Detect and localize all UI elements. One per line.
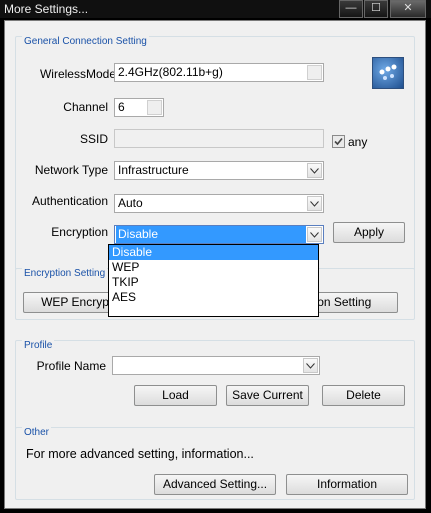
checkmark-icon xyxy=(334,137,343,146)
profile-group: Profile Profile Name Load Save Current D… xyxy=(15,340,415,430)
chevron-down-icon xyxy=(310,201,319,207)
encryption-label: Encryption xyxy=(51,225,108,239)
any-checkbox[interactable] xyxy=(332,135,345,148)
encryption-value: Disable xyxy=(116,226,306,243)
dropdown-button[interactable] xyxy=(307,227,322,242)
channel-label: Channel xyxy=(63,100,108,114)
save-current-button[interactable]: Save Current xyxy=(226,385,309,406)
encryption-dropdown-list: Disable WEP TKIP AES xyxy=(108,244,319,317)
group-title-general: General Connection Setting xyxy=(22,36,149,47)
close-button[interactable]: ✕ xyxy=(390,0,426,18)
channel-value: 6 xyxy=(118,100,125,114)
ssid-label: SSID xyxy=(79,132,108,146)
encryption-option-aes[interactable]: AES xyxy=(109,290,318,305)
encryption-option-disable[interactable]: Disable xyxy=(109,245,318,260)
dialog-body: General Connection Setting WirelessMode … xyxy=(4,20,426,509)
dropdown-button[interactable] xyxy=(307,65,322,80)
authentication-value: Auto xyxy=(118,196,143,210)
channel-select[interactable]: 6 xyxy=(114,98,164,117)
chevron-down-icon xyxy=(310,168,319,174)
profile-name-select[interactable] xyxy=(112,356,320,375)
group-title-other: Other xyxy=(22,427,52,438)
group-title-encryption: Encryption Setting xyxy=(22,268,108,279)
chevron-down-icon xyxy=(306,363,315,369)
encryption-option-tkip[interactable]: TKIP xyxy=(109,275,318,290)
authentication-label: Authentication xyxy=(31,194,108,208)
ssid-input[interactable] xyxy=(114,129,324,148)
wireless-mode-select[interactable]: 2.4GHz(802.11b+g) xyxy=(114,63,324,82)
network-type-select[interactable]: Infrastructure xyxy=(114,161,324,180)
delete-button[interactable]: Delete xyxy=(322,385,405,406)
encryption-select[interactable]: Disable xyxy=(114,225,324,244)
dropdown-button[interactable] xyxy=(307,196,322,211)
dropdown-button[interactable] xyxy=(307,163,322,178)
minimize-button[interactable]: — xyxy=(339,0,363,18)
profile-name-label: Profile Name xyxy=(36,359,106,373)
encryption-option-wep[interactable]: WEP xyxy=(109,260,318,275)
network-type-value: Infrastructure xyxy=(118,163,189,177)
window-title: More Settings... xyxy=(4,2,89,16)
any-label: any xyxy=(348,135,368,149)
chevron-down-icon xyxy=(310,232,319,238)
wireless-mode-value: 2.4GHz(802.11b+g) xyxy=(118,65,223,79)
dropdown-button[interactable] xyxy=(303,358,318,373)
wireless-logo-icon xyxy=(372,57,404,89)
load-button[interactable]: Load xyxy=(134,385,217,406)
more-settings-window: More Settings... — ☐ ✕ General Connectio… xyxy=(0,0,431,513)
network-type-label: Network Type xyxy=(34,163,108,177)
group-title-profile: Profile xyxy=(22,340,55,351)
apply-button[interactable]: Apply xyxy=(333,222,405,243)
information-button[interactable]: Information xyxy=(286,474,408,495)
other-description: For more advanced setting, information..… xyxy=(26,447,254,461)
general-connection-group: General Connection Setting WirelessMode … xyxy=(15,36,415,275)
authentication-select[interactable]: Auto xyxy=(114,194,324,213)
wireless-mode-label: WirelessMode xyxy=(39,67,116,81)
advanced-setting-button[interactable]: Advanced Setting... xyxy=(154,474,276,495)
title-bar[interactable]: More Settings... — ☐ ✕ xyxy=(0,0,431,18)
dropdown-button[interactable] xyxy=(147,100,162,115)
other-group: Other For more advanced setting, informa… xyxy=(15,427,415,500)
maximize-button[interactable]: ☐ xyxy=(364,0,388,18)
